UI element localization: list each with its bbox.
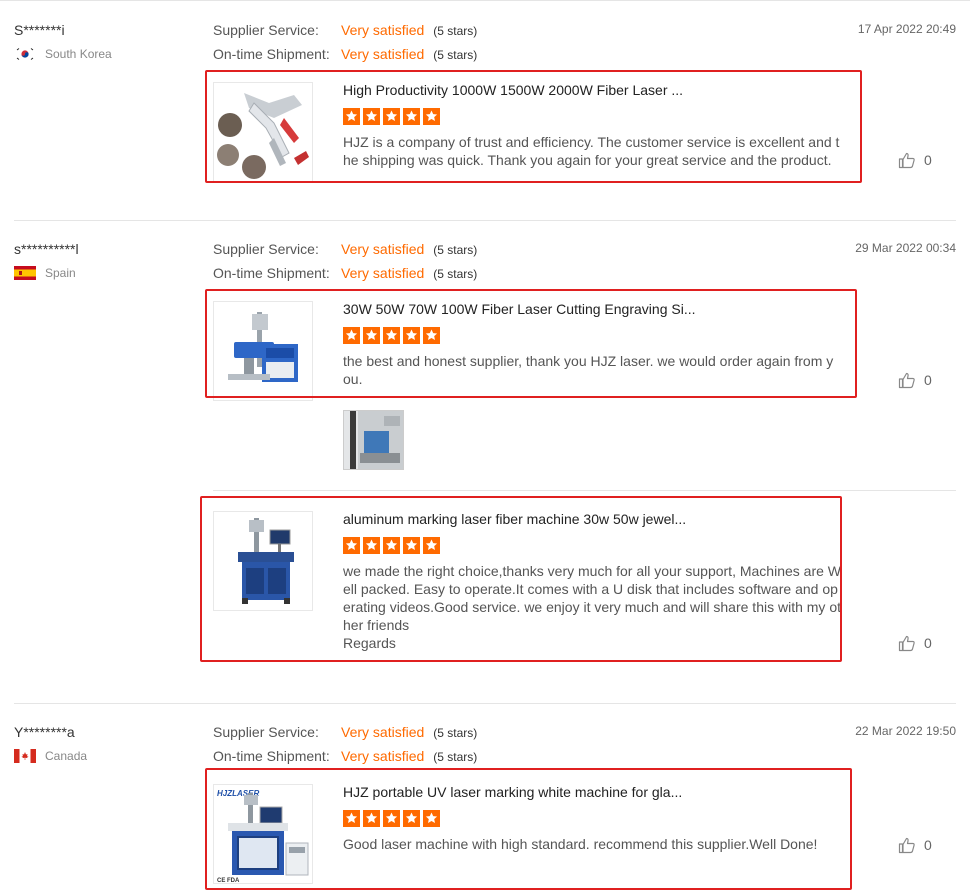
rating-value: Very satisfied	[341, 265, 425, 281]
review-date: 29 Mar 2022 00:34	[855, 241, 956, 255]
south-korea-flag-icon	[14, 47, 36, 61]
country-label: Spain	[45, 266, 76, 280]
rating-value: Very satisfied	[341, 724, 425, 740]
top-divider	[0, 0, 970, 1]
like-button[interactable]: 0	[898, 634, 932, 652]
rating-stars-text: (5 stars)	[433, 24, 478, 38]
rating-label: On-time Shipment:	[213, 46, 330, 62]
rating-stars-text: (5 stars)	[433, 726, 478, 740]
spain-flag-icon	[14, 266, 36, 280]
rating-label: Supplier Service:	[213, 22, 319, 38]
review-divider	[14, 703, 956, 704]
supplier-service-rating: Supplier Service: Very satisfied (5 star…	[213, 22, 477, 38]
like-button[interactable]: 0	[898, 371, 932, 389]
supplier-service-rating: Supplier Service: Very satisfied (5 star…	[213, 724, 477, 740]
highlight-box	[205, 289, 857, 398]
rating-label: On-time Shipment:	[213, 265, 330, 281]
rating-label: On-time Shipment:	[213, 748, 330, 764]
rating-value: Very satisfied	[341, 241, 425, 257]
highlight-box	[200, 496, 842, 662]
buyer-country: South Korea	[14, 47, 112, 61]
like-count: 0	[924, 837, 932, 853]
rating-stars-text: (5 stars)	[433, 267, 478, 281]
buyer-country: Canada	[14, 749, 87, 763]
review-divider	[14, 220, 956, 221]
rating-value: Very satisfied	[341, 46, 425, 62]
shipment-rating: On-time Shipment: Very satisfied (5 star…	[213, 748, 477, 764]
rating-label: Supplier Service:	[213, 241, 319, 257]
rating-value: Very satisfied	[341, 22, 425, 38]
item-divider	[213, 490, 956, 491]
highlight-box	[205, 768, 852, 890]
buyer-name: Y********a	[14, 724, 75, 740]
thumbs-up-icon	[898, 372, 915, 389]
supplier-service-rating: Supplier Service: Very satisfied (5 star…	[213, 241, 477, 257]
rating-stars-text: (5 stars)	[433, 243, 478, 257]
thumbs-up-icon	[898, 635, 915, 652]
review-photo-thumbnail[interactable]	[343, 410, 404, 470]
review-date: 22 Mar 2022 19:50	[855, 724, 956, 738]
shipment-rating: On-time Shipment: Very satisfied (5 star…	[213, 46, 477, 62]
canada-flag-icon	[14, 749, 36, 763]
buyer-name: s**********l	[14, 241, 79, 257]
thumbs-up-icon	[898, 152, 915, 169]
country-label: South Korea	[45, 47, 112, 61]
buyer-country: Spain	[14, 266, 76, 280]
rating-stars-text: (5 stars)	[433, 48, 478, 62]
like-count: 0	[924, 372, 932, 388]
rating-stars-text: (5 stars)	[433, 750, 478, 764]
review-date: 17 Apr 2022 20:49	[857, 22, 956, 36]
highlight-box	[205, 70, 862, 183]
shipment-rating: On-time Shipment: Very satisfied (5 star…	[213, 265, 477, 281]
like-button[interactable]: 0	[898, 151, 932, 169]
like-count: 0	[924, 635, 932, 651]
thumbs-up-icon	[898, 837, 915, 854]
country-label: Canada	[45, 749, 88, 763]
like-button[interactable]: 0	[898, 836, 932, 854]
rating-label: Supplier Service:	[213, 724, 319, 740]
like-count: 0	[924, 152, 932, 168]
buyer-name: S*******i	[14, 22, 65, 38]
rating-value: Very satisfied	[341, 748, 425, 764]
